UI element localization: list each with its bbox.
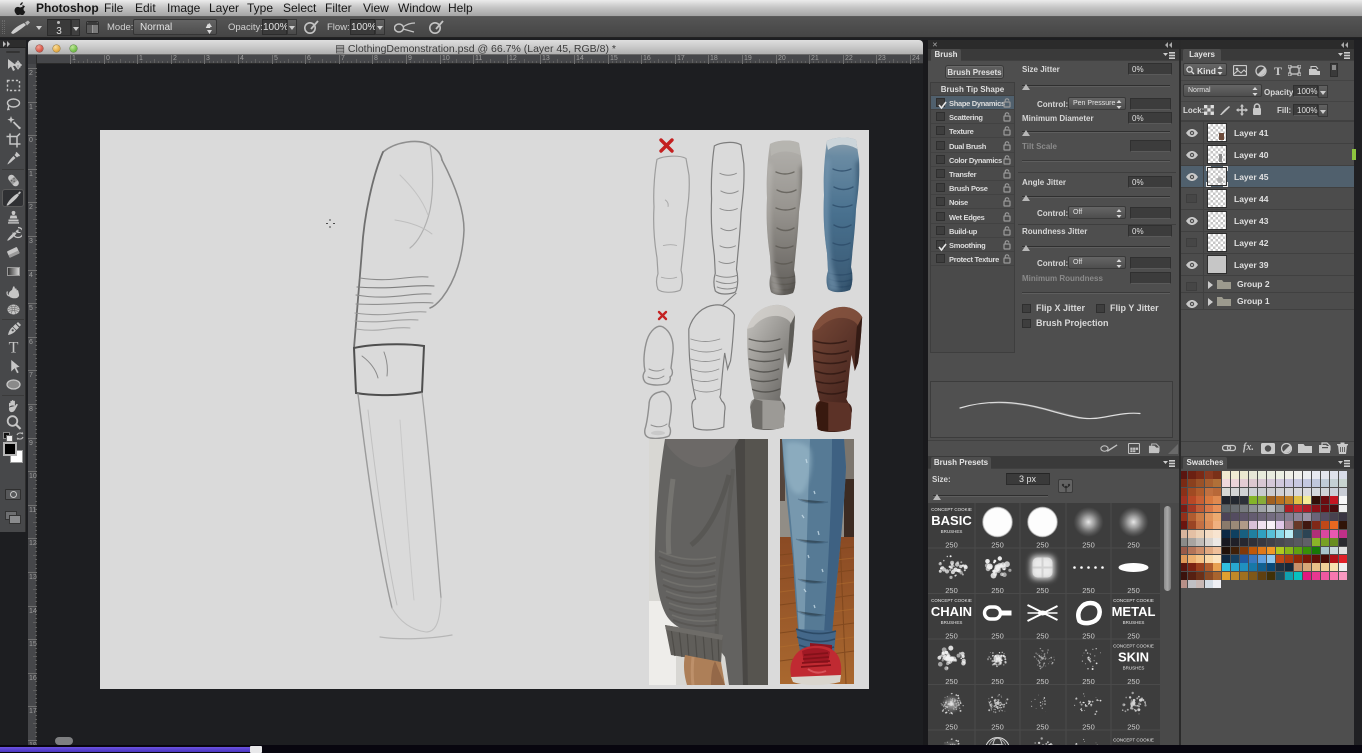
svg-text:250: 250	[1036, 677, 1049, 686]
svg-text:T: T	[9, 340, 19, 357]
svg-text:250: 250	[1082, 541, 1095, 550]
svg-text:250: 250	[945, 723, 958, 732]
svg-text:250: 250	[1127, 632, 1140, 641]
svg-text:250: 250	[1127, 541, 1140, 550]
svg-text:CONCEPT COOKIE: CONCEPT COOKIE	[1113, 738, 1154, 743]
svg-text:CHAIN: CHAIN	[931, 604, 972, 619]
svg-text:250: 250	[1082, 586, 1095, 595]
svg-text:BRUSHES: BRUSHES	[941, 529, 963, 534]
svg-text:BASIC: BASIC	[931, 513, 972, 528]
svg-text:BRUSHES: BRUSHES	[1123, 620, 1145, 625]
svg-text:250: 250	[1082, 723, 1095, 732]
svg-text:BRUSHES: BRUSHES	[941, 620, 963, 625]
svg-text:250: 250	[945, 632, 958, 641]
svg-text:250: 250	[991, 632, 1004, 641]
svg-text:250: 250	[945, 541, 958, 550]
svg-text:250: 250	[1127, 723, 1140, 732]
svg-text:BRUSHES: BRUSHES	[1123, 666, 1145, 671]
svg-text:250: 250	[1127, 586, 1140, 595]
svg-text:CONCEPT COOKIE: CONCEPT COOKIE	[931, 598, 972, 603]
svg-text:250: 250	[1082, 677, 1095, 686]
svg-text:250: 250	[945, 677, 958, 686]
svg-text:METAL: METAL	[1112, 604, 1156, 619]
svg-text:250: 250	[991, 541, 1004, 550]
svg-text:250: 250	[991, 677, 1004, 686]
svg-text:250: 250	[1082, 632, 1095, 641]
svg-text:250: 250	[1036, 723, 1049, 732]
svg-text:SKIN: SKIN	[1118, 650, 1149, 665]
svg-text:250: 250	[945, 586, 958, 595]
svg-text:250: 250	[1127, 677, 1140, 686]
svg-text:250: 250	[1036, 586, 1049, 595]
svg-text:CONCEPT COOKIE: CONCEPT COOKIE	[1113, 598, 1154, 603]
svg-text:250: 250	[991, 586, 1004, 595]
svg-text:250: 250	[1036, 632, 1049, 641]
svg-text:250: 250	[1036, 541, 1049, 550]
svg-text:CONCEPT COOKIE: CONCEPT COOKIE	[931, 507, 972, 512]
svg-text:250: 250	[991, 723, 1004, 732]
svg-text:CONCEPT COOKIE: CONCEPT COOKIE	[1113, 644, 1154, 649]
